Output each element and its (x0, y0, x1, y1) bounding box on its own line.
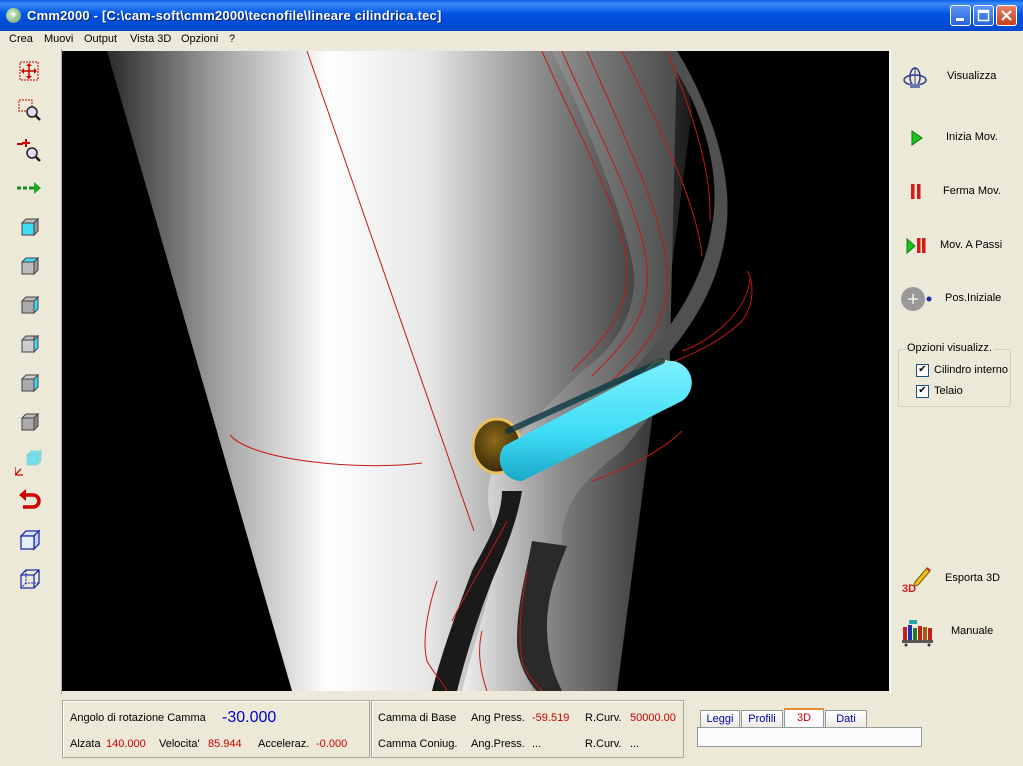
conj-curv-label: R.Curv. (585, 738, 622, 750)
pan-arrow-icon[interactable] (15, 174, 45, 204)
cilindro-interno-label: Cilindro interno (934, 364, 1008, 376)
mov-a-passi-button[interactable]: Mov. A Passi (891, 228, 1023, 264)
right-panel: Visualizza Inizia Mov. Ferma Mov. Mov. A… (890, 49, 1023, 694)
menu-vista-3d[interactable]: Vista 3D (130, 33, 171, 45)
maximize-icon (977, 9, 990, 22)
inizia-mov-button[interactable]: Inizia Mov. (891, 120, 1023, 156)
telaio-checkbox[interactable]: ✔ (916, 385, 929, 398)
telaio-label: Telaio (934, 385, 963, 397)
zoom-in-out-icon[interactable] (15, 135, 45, 165)
title-bar[interactable]: + Cmm2000 - [C:\cam-soft\cmm2000\tecnofi… (0, 0, 1023, 31)
pos-iniziale-label: Pos.Iniziale (945, 292, 1002, 304)
ferma-mov-button[interactable]: Ferma Mov. (891, 174, 1023, 210)
minimize-icon (956, 18, 964, 21)
display-options-group: Opzioni visualizz. ✔ Cilindro interno ✔ … (898, 342, 1011, 407)
base-cam-label: Camma di Base (378, 712, 457, 724)
minimize-button[interactable] (950, 5, 971, 26)
velocity-label: Velocita' (159, 738, 200, 750)
tab-leggi[interactable]: Leggi (700, 710, 740, 727)
base-curv-label: R.Curv. (585, 712, 622, 724)
left-toolbar (0, 49, 62, 694)
menu-output[interactable]: Output (84, 33, 117, 45)
play-icon (901, 125, 929, 151)
visualizza-label: Visualizza (947, 70, 997, 82)
cube-wireframe-icon[interactable] (15, 564, 45, 594)
zoom-window-icon[interactable] (15, 96, 45, 126)
rotate-back-icon[interactable] (15, 486, 45, 516)
base-press-label: Ang Press. (471, 712, 525, 724)
ferma-mov-label: Ferma Mov. (943, 185, 1001, 197)
menu-opzioni[interactable]: Opzioni (181, 33, 218, 45)
menu-muovi[interactable]: Muovi (44, 33, 73, 45)
home-position-icon (900, 284, 934, 314)
base-press-value: -59.519 (532, 712, 570, 724)
accel-label: Acceleraz. (258, 738, 310, 750)
menu-bar: Crea Muovi Output Vista 3D Opzioni ? (0, 31, 1023, 48)
tab-3d[interactable]: 3D (784, 708, 824, 728)
velocity-value: 85.944 (208, 738, 242, 750)
gyroscope-icon (901, 64, 929, 90)
cube-shaded-icon[interactable] (15, 525, 45, 555)
pos-iniziale-button[interactable]: Pos.Iniziale (891, 281, 1023, 317)
lift-value: 140.000 (106, 738, 146, 750)
tab-dati[interactable]: Dati (825, 710, 867, 727)
status-area: Angolo di rotazione Camma -30.000 Alzata… (0, 694, 1023, 766)
app-plus-icon[interactable]: + (6, 8, 21, 23)
menu-crea[interactable]: Crea (9, 33, 33, 45)
cube-front-icon[interactable] (15, 213, 45, 243)
manuale-button[interactable]: Manuale (891, 614, 1023, 650)
cam-status-frame: Camma di Base Ang Press. -59.519 R.Curv.… (371, 700, 684, 758)
pencil-3d-icon: 3D (901, 564, 931, 595)
cube-bottom-icon[interactable] (15, 369, 45, 399)
axes-cube-icon[interactable] (14, 447, 45, 477)
lift-label: Alzata (70, 738, 101, 750)
base-curv-value: 50000.00 (630, 712, 676, 724)
cilindro-interno-checkbox[interactable]: ✔ (916, 364, 929, 377)
motion-status-frame: Angolo di rotazione Camma -30.000 Alzata… (62, 700, 370, 758)
bookshelf-icon (901, 617, 935, 647)
visualizza-button[interactable]: Visualizza (891, 59, 1023, 95)
rotation-label: Angolo di rotazione Camma (70, 712, 206, 724)
esporta-3d-button[interactable]: 3D Esporta 3D (891, 561, 1023, 597)
inizia-mov-label: Inizia Mov. (946, 131, 998, 143)
cylinder-cam-render (107, 51, 753, 691)
conj-press-label: Ang.Press. (471, 738, 525, 750)
close-icon (1001, 10, 1012, 21)
mov-a-passi-label: Mov. A Passi (940, 239, 1003, 251)
move-cross-icon[interactable] (15, 57, 45, 87)
esporta-3d-label: Esporta 3D (945, 572, 1001, 584)
maximize-button[interactable] (973, 5, 994, 26)
tab-profili[interactable]: Profili (741, 710, 783, 727)
conj-cam-label: Camma Coniug. (378, 738, 458, 750)
accel-value: -0.000 (316, 738, 348, 750)
cube-left-icon[interactable] (15, 291, 45, 321)
rotation-value: -30.000 (222, 709, 277, 726)
cube-right-icon[interactable] (15, 330, 45, 360)
step-icon (901, 233, 929, 259)
tab-panel (697, 727, 922, 747)
pause-icon (901, 179, 929, 205)
svg-text:3D: 3D (902, 583, 916, 594)
manuale-label: Manuale (951, 625, 994, 637)
3d-viewport[interactable] (62, 51, 889, 691)
menu-help[interactable]: ? (229, 33, 235, 45)
conj-curv-value: ... (630, 738, 640, 750)
cube-back-icon[interactable] (15, 408, 45, 438)
conj-press-value: ... (532, 738, 542, 750)
close-button[interactable] (996, 5, 1017, 26)
cube-top-icon[interactable] (15, 252, 45, 282)
window-title: Cmm2000 - [C:\cam-soft\cmm2000\tecnofile… (27, 8, 442, 23)
display-options-title: Opzioni visualizz. (905, 342, 994, 354)
